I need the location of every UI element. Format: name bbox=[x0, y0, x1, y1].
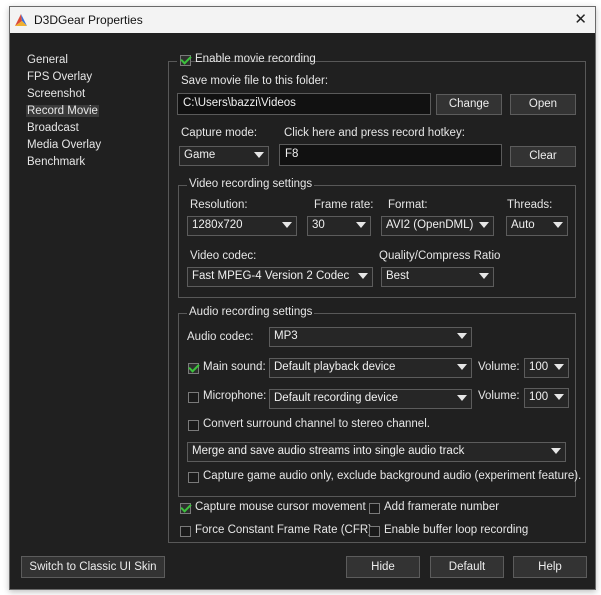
classic-skin-button[interactable]: Switch to Classic UI Skin bbox=[21, 556, 165, 578]
audio-codec-value: MP3 bbox=[274, 330, 298, 342]
chevron-down-icon bbox=[457, 395, 467, 401]
enable-recording-row[interactable]: Enable movie recording bbox=[177, 53, 316, 69]
chevron-down-icon bbox=[457, 364, 467, 370]
main-sound-checkbox[interactable] bbox=[188, 363, 199, 374]
chevron-down-icon bbox=[356, 222, 366, 228]
hotkey-field[interactable]: F8 bbox=[279, 144, 502, 166]
video-codec-label: Video codec: bbox=[190, 250, 257, 262]
surround-label: Convert surround channel to stereo chann… bbox=[203, 418, 430, 430]
quality-label: Quality/Compress Ratio bbox=[379, 250, 501, 262]
sidebar-item-record-movie[interactable]: Record Movie bbox=[26, 105, 99, 117]
chevron-down-icon bbox=[554, 394, 564, 400]
microphone-device-dropdown[interactable]: Default recording device bbox=[269, 389, 472, 409]
chevron-down-icon bbox=[479, 273, 489, 279]
resolution-dropdown[interactable]: 1280x720 bbox=[187, 216, 297, 236]
chevron-down-icon bbox=[479, 222, 489, 228]
cfr-label: Force Constant Frame Rate (CFR) bbox=[195, 524, 373, 536]
cfr-checkbox[interactable] bbox=[180, 526, 191, 537]
chevron-down-icon bbox=[551, 448, 561, 454]
quality-dropdown[interactable]: Best bbox=[381, 267, 494, 287]
window-title: D3DGear Properties bbox=[34, 13, 143, 27]
enable-recording-checkbox[interactable] bbox=[180, 55, 191, 66]
mic-volume-value: 100 bbox=[529, 391, 549, 403]
merge-audio-value: Merge and save audio streams into single… bbox=[192, 445, 465, 457]
microphone-label: Microphone: bbox=[203, 390, 267, 402]
framerate-value: 30 bbox=[312, 219, 325, 231]
video-codec-value: Fast MPEG-4 Version 2 Codec bbox=[192, 270, 350, 282]
capture-mode-value: Game bbox=[184, 149, 216, 161]
default-button[interactable]: Default bbox=[430, 556, 504, 578]
merge-audio-dropdown[interactable]: Merge and save audio streams into single… bbox=[187, 442, 566, 462]
capture-mode-label: Capture mode: bbox=[181, 127, 258, 139]
video-group-title: Video recording settings bbox=[187, 178, 315, 190]
framerate-number-label: Add framerate number bbox=[384, 501, 500, 513]
buffer-loop-label: Enable buffer loop recording bbox=[384, 524, 529, 536]
game-audio-only-checkbox[interactable] bbox=[188, 472, 199, 483]
mic-volume-dropdown[interactable]: 100 bbox=[524, 388, 569, 408]
capture-mouse-label: Capture mouse cursor movement bbox=[195, 501, 366, 513]
audio-group-title: Audio recording settings bbox=[187, 306, 315, 318]
change-folder-button[interactable]: Change bbox=[436, 94, 502, 115]
chevron-down-icon bbox=[358, 273, 368, 279]
microphone-checkbox[interactable] bbox=[188, 392, 199, 403]
resolution-value: 1280x720 bbox=[192, 219, 243, 231]
d3dgear-logo-icon bbox=[15, 14, 27, 26]
open-folder-button[interactable]: Open bbox=[510, 94, 576, 115]
chevron-down-icon bbox=[554, 364, 564, 370]
help-button[interactable]: Help bbox=[513, 556, 587, 578]
hotkey-label: Click here and press record hotkey: bbox=[284, 127, 465, 139]
sidebar-item-media-overlay[interactable]: Media Overlay bbox=[26, 139, 102, 151]
format-value: AVI2 (OpenDML) bbox=[386, 219, 474, 231]
title-bar: D3DGear Properties ✕ bbox=[10, 7, 595, 33]
sidebar-item-fps-overlay[interactable]: FPS Overlay bbox=[26, 71, 93, 83]
main-volume-value: 100 bbox=[529, 361, 549, 373]
threads-label: Threads: bbox=[507, 199, 553, 211]
format-dropdown[interactable]: AVI2 (OpenDML) bbox=[381, 216, 494, 236]
audio-codec-label: Audio codec: bbox=[187, 331, 254, 343]
main-sound-label: Main sound: bbox=[203, 361, 266, 373]
main-volume-dropdown[interactable]: 100 bbox=[524, 358, 569, 378]
capture-mouse-checkbox[interactable] bbox=[180, 503, 191, 514]
chevron-down-icon bbox=[553, 222, 563, 228]
threads-dropdown[interactable]: Auto bbox=[506, 216, 568, 236]
main-sound-device-value: Default playback device bbox=[274, 361, 396, 373]
quality-value: Best bbox=[386, 270, 410, 282]
video-codec-dropdown[interactable]: Fast MPEG-4 Version 2 Codec bbox=[187, 267, 373, 287]
framerate-label: Frame rate: bbox=[314, 199, 374, 211]
main-sound-device-dropdown[interactable]: Default playback device bbox=[269, 358, 472, 378]
chevron-down-icon bbox=[282, 222, 292, 228]
format-label: Format: bbox=[388, 199, 428, 211]
sidebar-item-benchmark[interactable]: Benchmark bbox=[26, 156, 86, 168]
chevron-down-icon bbox=[457, 333, 467, 339]
close-icon[interactable]: ✕ bbox=[574, 10, 587, 28]
mic-volume-label: Volume: bbox=[478, 390, 520, 402]
sidebar-item-general[interactable]: General bbox=[26, 54, 69, 66]
chevron-down-icon bbox=[254, 152, 264, 158]
threads-value: Auto bbox=[511, 219, 535, 231]
audio-codec-dropdown[interactable]: MP3 bbox=[269, 327, 472, 347]
properties-window: D3DGear Properties ✕ General FPS Overlay… bbox=[9, 6, 596, 590]
framerate-dropdown[interactable]: 30 bbox=[307, 216, 371, 236]
enable-recording-label: Enable movie recording bbox=[195, 53, 316, 65]
sidebar-item-screenshot[interactable]: Screenshot bbox=[26, 88, 86, 100]
game-audio-only-label: Capture game audio only, exclude backgro… bbox=[203, 470, 582, 482]
folder-path-field[interactable]: C:\Users\bazzi\Videos bbox=[177, 93, 431, 115]
buffer-loop-checkbox[interactable] bbox=[369, 526, 380, 537]
folder-label: Save movie file to this folder: bbox=[181, 75, 329, 87]
resolution-label: Resolution: bbox=[190, 199, 248, 211]
hide-button[interactable]: Hide bbox=[346, 556, 420, 578]
surround-checkbox[interactable] bbox=[188, 420, 199, 431]
microphone-device-value: Default recording device bbox=[274, 392, 399, 404]
framerate-number-checkbox[interactable] bbox=[369, 503, 380, 514]
capture-mode-dropdown[interactable]: Game bbox=[179, 146, 269, 166]
clear-hotkey-button[interactable]: Clear bbox=[510, 146, 576, 167]
sidebar-item-broadcast[interactable]: Broadcast bbox=[26, 122, 80, 134]
main-volume-label: Volume: bbox=[478, 361, 520, 373]
